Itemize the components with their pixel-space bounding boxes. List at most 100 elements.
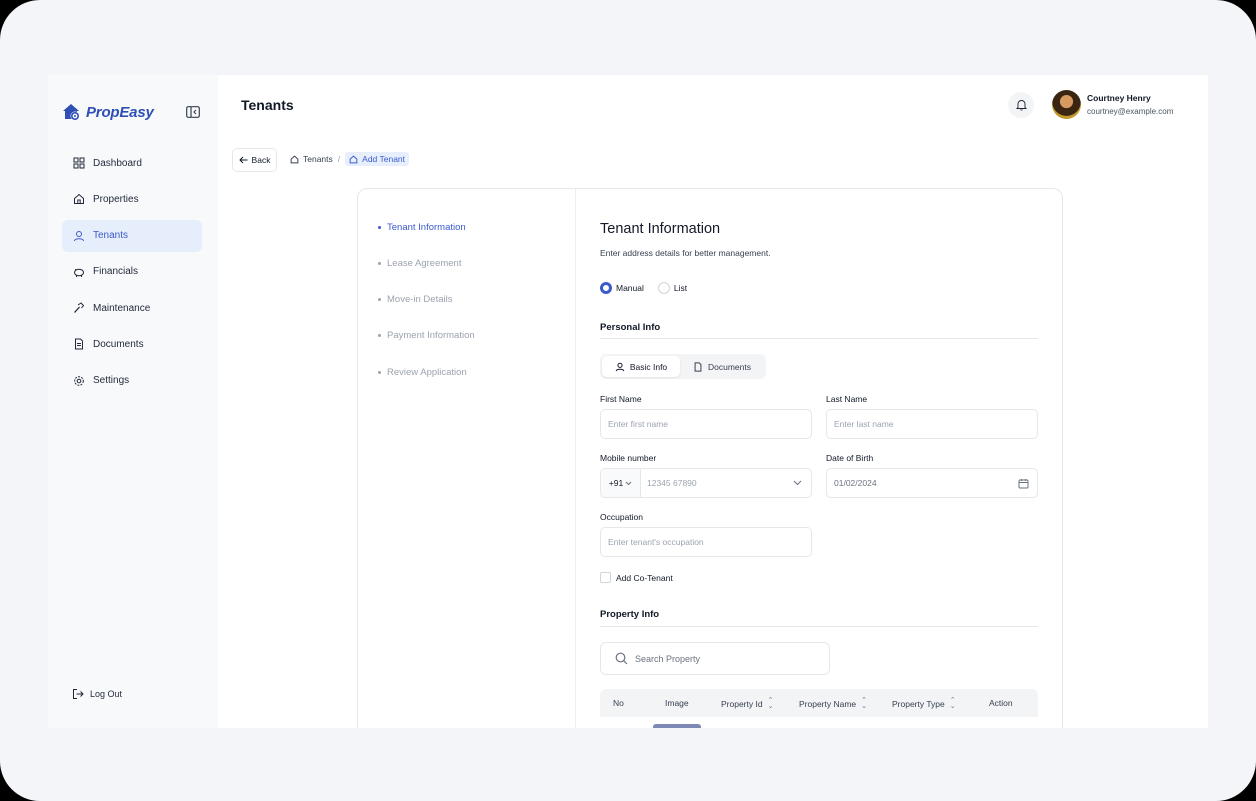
column-header-action: Action <box>989 698 1013 708</box>
search-icon <box>615 652 628 665</box>
breadcrumb-item-add-tenant[interactable]: Add Tenant <box>345 152 410 166</box>
file-text-icon <box>75 338 83 350</box>
brand-logo[interactable]: PropEasy <box>62 103 154 121</box>
breadcrumb-label: Tenants <box>303 154 333 164</box>
country-code-select[interactable]: +91 <box>601 469 641 497</box>
first-name-input[interactable]: Enter first name <box>600 409 812 439</box>
logout-icon <box>73 689 84 699</box>
back-label: Back <box>251 155 271 165</box>
sidebar-item-label: Tenants <box>93 230 129 242</box>
sidebar-item-label: Dashboard <box>93 157 142 169</box>
section-divider <box>600 338 1038 339</box>
back-button[interactable]: Back <box>232 148 277 172</box>
sidebar-item-label: Financials <box>93 266 139 278</box>
sort-icon[interactable]: ⌃ ⌄ <box>861 697 867 710</box>
home-icon <box>74 194 84 205</box>
sidebar-nav: Dashboard Properties Tenants Financials … <box>62 147 202 401</box>
step-tenant-information[interactable]: Tenant Information <box>378 222 466 233</box>
brand-name: PropEasy <box>86 103 154 121</box>
device-frame: PropEasy Dashboard Properties Tenants Fi… <box>0 0 1256 801</box>
radio-circle <box>600 282 612 294</box>
column-label: Property Name <box>799 699 857 709</box>
checkbox-label: Add Co-Tenant <box>616 572 673 583</box>
form-title: Tenant Information <box>600 221 721 237</box>
user-icon <box>74 230 84 241</box>
step-label: Move-in Details <box>387 294 453 305</box>
file-icon <box>694 361 702 372</box>
chevron-down-icon <box>625 481 632 485</box>
entry-mode-radio-group: Manual List <box>600 282 687 294</box>
notifications-button[interactable] <box>1008 92 1034 118</box>
sidebar-item-maintenance[interactable]: Maintenance <box>62 292 202 324</box>
breadcrumb-separator: / <box>337 154 341 164</box>
step-move-in-details[interactable]: Move-in Details <box>378 294 452 305</box>
step-review-application[interactable]: Review Application <box>378 367 467 378</box>
dob-value: 01/02/2024 <box>834 478 877 488</box>
add-co-tenant-checkbox[interactable]: Add Co-Tenant <box>600 572 673 583</box>
country-code: +91 <box>608 478 624 488</box>
step-label: Review Application <box>387 367 467 378</box>
sidebar-item-settings[interactable]: Settings <box>62 365 202 397</box>
arrow-left-icon <box>238 156 248 164</box>
sidebar-item-tenants[interactable]: Tenants <box>62 219 202 252</box>
chevron-down-icon <box>793 480 802 486</box>
column-label: Property Type <box>892 699 945 709</box>
calendar-icon[interactable] <box>1018 478 1029 489</box>
form-subtitle: Enter address details for better managem… <box>600 248 771 258</box>
dob-input[interactable]: 01/02/2024 <box>826 468 1038 498</box>
sidebar-item-financials[interactable]: Financials <box>62 256 202 288</box>
column-header-property-type[interactable]: Property Type ⌃ ⌄ <box>892 697 956 710</box>
sidebar-item-documents[interactable]: Documents <box>62 328 202 360</box>
mobile-number-input[interactable]: +91 12345 67890 <box>600 468 812 498</box>
gear-icon <box>74 375 84 386</box>
sidebar-item-properties[interactable]: Properties <box>62 183 202 215</box>
sort-icon[interactable]: ⌃ ⌄ <box>950 697 956 710</box>
step-lease-agreement[interactable]: Lease Agreement <box>378 258 461 269</box>
radio-list[interactable]: List <box>657 282 688 294</box>
column-header-property-name[interactable]: Property Name ⌃ ⌄ <box>799 697 867 710</box>
home-icon <box>290 154 299 163</box>
tab-documents[interactable]: Documents <box>682 356 762 377</box>
page-title: Tenants <box>241 97 294 113</box>
personal-info-tabs: Basic Info Documents <box>600 354 766 379</box>
checkbox-box <box>600 572 611 583</box>
sidebar-item-label: Properties <box>93 193 139 205</box>
dob-label: Date of Birth <box>826 453 874 463</box>
last-name-input[interactable]: Enter last name <box>826 409 1038 439</box>
user-avatar[interactable] <box>1052 90 1081 119</box>
collapse-sidebar-icon[interactable] <box>186 106 200 118</box>
stepper: Tenant Information Lease Agreement Move-… <box>358 189 576 728</box>
last-name-label: Last Name <box>826 394 868 404</box>
house-gear-logo-icon <box>63 104 80 121</box>
sidebar: PropEasy Dashboard Properties Tenants Fi… <box>48 75 218 728</box>
search-property-input[interactable]: Search Property <box>600 642 830 675</box>
sort-icon[interactable]: ⌃ ⌄ <box>768 697 774 710</box>
tab-label: Basic Info <box>629 361 668 372</box>
radio-label: List <box>673 283 688 293</box>
step-label: Lease Agreement <box>387 258 462 269</box>
radio-label: Manual <box>616 283 644 293</box>
column-header-property-id[interactable]: Property Id ⌃ ⌄ <box>721 697 774 710</box>
breadcrumb: Tenants / Add Tenant <box>290 152 410 166</box>
column-label: No <box>613 698 624 708</box>
step-dot <box>378 226 381 229</box>
section-divider <box>600 626 1038 627</box>
user-email: courtney@example.com <box>1087 107 1174 116</box>
step-payment-information[interactable]: Payment Information <box>378 330 475 341</box>
logout-button[interactable]: Log Out <box>72 688 122 700</box>
tenant-form: Tenant Information Enter address details… <box>600 189 1040 728</box>
grid-icon <box>73 157 85 169</box>
radio-manual[interactable]: Manual <box>600 282 644 294</box>
property-table-header: No Image Property Id ⌃ ⌄ Property Name ⌃ ⌄ P… <box>600 689 1038 717</box>
tab-basic-info[interactable]: Basic Info <box>602 356 680 377</box>
breadcrumb-item-tenants[interactable]: Tenants <box>290 154 333 164</box>
sidebar-item-dashboard[interactable]: Dashboard <box>62 147 202 179</box>
user-icon <box>615 362 625 371</box>
hammer-icon <box>74 302 85 314</box>
column-label: Action <box>989 698 1013 708</box>
step-label: Tenant Information <box>387 222 466 233</box>
logout-label: Log Out <box>90 689 123 699</box>
piggy-bank-icon <box>74 268 84 277</box>
occupation-input[interactable]: Enter tenant's occupation <box>600 527 812 557</box>
occupation-label: Occupation <box>600 512 643 522</box>
